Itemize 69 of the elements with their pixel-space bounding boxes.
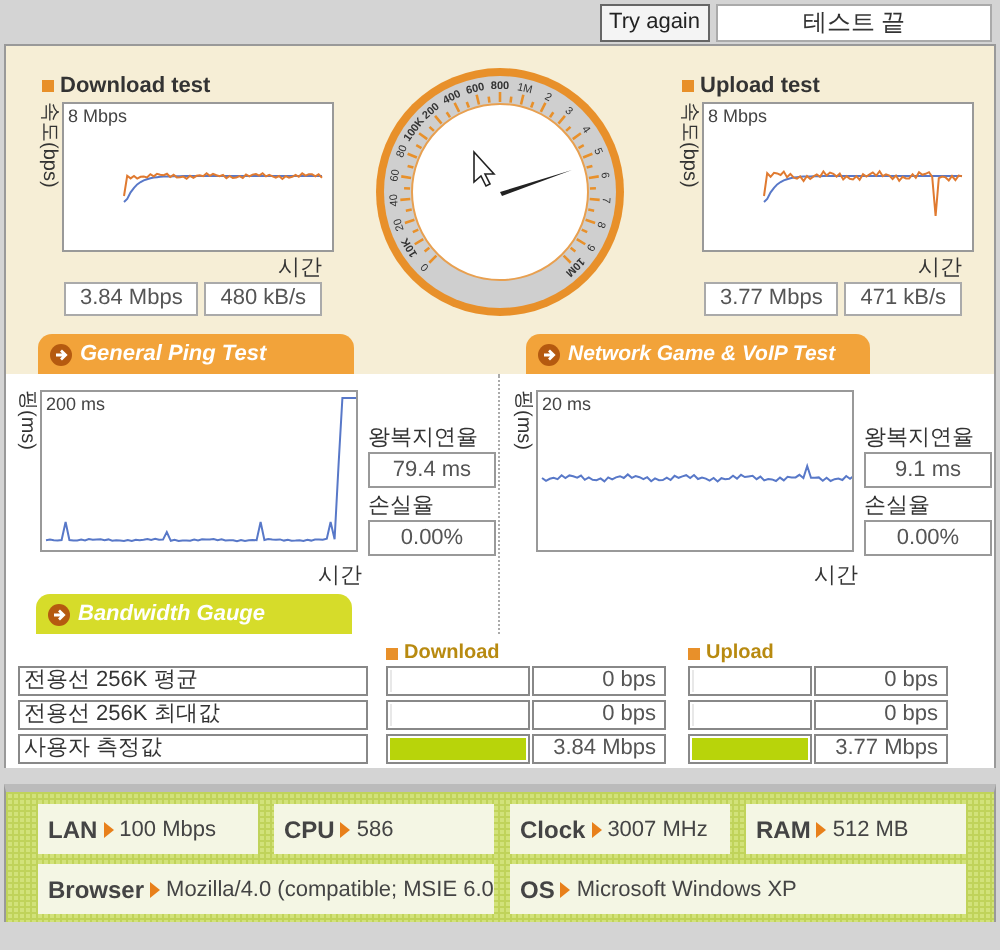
pointer-icon: [473, 149, 496, 188]
bullet-icon: [688, 647, 700, 659]
stat-label: 손실율: [864, 492, 932, 520]
info-value: 3007 MHz: [607, 817, 708, 841]
info-label: OS: [520, 875, 555, 903]
rate-value: 480 kB/s: [204, 282, 322, 316]
stat-label: 왕복지연율: [864, 424, 976, 452]
column-header: Download: [404, 642, 500, 664]
stat-value: 9.1 ms: [864, 452, 992, 488]
scale-label: 20 ms: [542, 394, 592, 414]
stat-label: 손실율: [368, 492, 436, 520]
tab-label: Network Game & VoIP Test: [568, 342, 836, 366]
scale-label: 200 ms: [46, 394, 106, 414]
bandwidth-value: 3.77 Mbps: [814, 734, 948, 764]
axis-label: 시간: [812, 562, 858, 590]
stat-label: 왕복지연율: [368, 424, 480, 452]
try-again-button[interactable]: Try again: [599, 3, 710, 41]
stat-value: 0.00%: [864, 520, 992, 556]
triangle-icon: [591, 821, 602, 837]
axis-label: 시간: [316, 562, 362, 590]
axis-label: 핑(ms): [512, 390, 534, 450]
bandwidth-value: 0 bps: [532, 666, 666, 696]
stat-value: 79.4 ms: [368, 452, 496, 488]
bandwidth-value: 0 bps: [532, 700, 666, 730]
tab-label: General Ping Test: [80, 342, 267, 366]
axis-label: 속도(bps): [678, 102, 700, 188]
bandwidth-value: 3.84 Mbps: [532, 734, 666, 764]
info-value: Mozilla/4.0 (compatible; MSIE 6.0: [166, 877, 494, 901]
info-label: RAM: [756, 815, 811, 843]
tab-label: Bandwidth Gauge: [78, 602, 265, 626]
stat-value: 0.00%: [368, 520, 496, 556]
axis-label: 핑(ms): [16, 390, 38, 450]
triangle-icon: [150, 881, 161, 897]
scale-label: 8 Mbps: [68, 106, 128, 126]
row-label: 전용선 256K 평균: [18, 666, 368, 696]
chart-title: Download test: [60, 74, 211, 98]
info-label: Browser: [48, 875, 145, 903]
arrow-circle-icon: [48, 603, 70, 625]
bandwidth-value: 0 bps: [814, 666, 948, 696]
gauge-needle: [500, 170, 572, 196]
triangle-icon: [340, 821, 351, 837]
info-value: 100 Mbps: [119, 817, 216, 841]
status-field: 테스트 끝: [716, 3, 992, 41]
bullet-icon: [42, 80, 54, 92]
bullet-icon: [682, 80, 694, 92]
arrow-circle-icon: [538, 343, 560, 365]
column-header: Upload: [706, 642, 774, 664]
arrow-circle-icon: [50, 343, 72, 365]
info-label: LAN: [48, 815, 98, 843]
triangle-icon: [816, 821, 827, 837]
chart-title: Upload test: [700, 74, 820, 98]
info-value: Microsoft Windows XP: [576, 877, 797, 901]
row-label: 전용선 256K 최대값: [18, 700, 368, 730]
bandwidth-value: 0 bps: [814, 700, 948, 730]
info-value: 512 MB: [832, 817, 909, 841]
scale-label: 8 Mbps: [708, 106, 768, 126]
rate-value: 471 kB/s: [844, 282, 962, 316]
rate-value: 3.77 Mbps: [704, 282, 839, 316]
triangle-icon: [560, 881, 571, 897]
info-label: Clock: [520, 815, 586, 843]
triangle-icon: [103, 821, 114, 837]
rate-value: 3.84 Mbps: [64, 282, 199, 316]
axis-label: 시간: [278, 254, 322, 282]
bullet-icon: [386, 647, 398, 659]
info-label: CPU: [284, 815, 335, 843]
info-value: 586: [356, 817, 394, 841]
axis-label: 시간: [918, 254, 962, 282]
axis-label: 속도(bps): [38, 102, 60, 188]
row-label: 사용자 측정값: [18, 734, 368, 764]
